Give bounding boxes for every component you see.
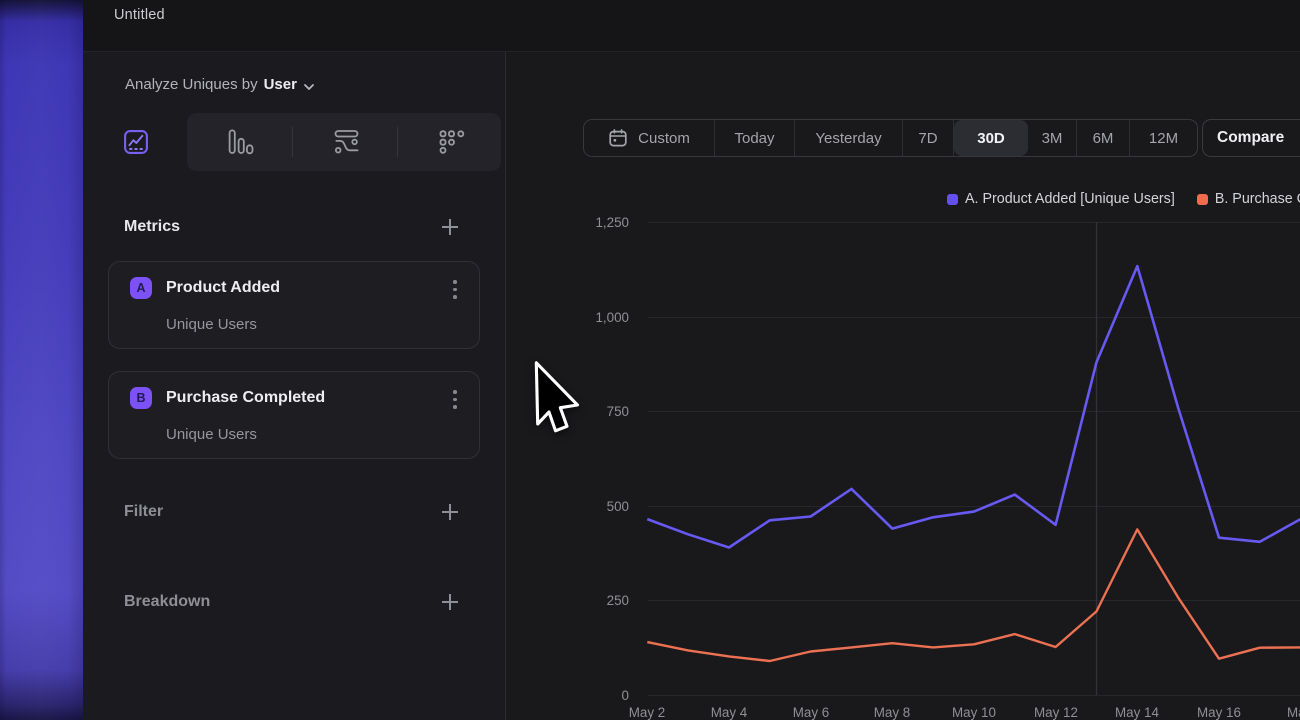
svg-text:May 4: May 4 [711, 705, 748, 720]
svg-text:May 6: May 6 [793, 705, 829, 720]
svg-text:750: 750 [607, 404, 629, 419]
svg-text:May 10: May 10 [952, 705, 996, 720]
svg-text:500: 500 [607, 499, 629, 514]
svg-text:Ma: Ma [1287, 705, 1300, 720]
svg-text:May 14: May 14 [1115, 705, 1159, 720]
svg-text:1,250: 1,250 [595, 215, 629, 230]
svg-text:May 12: May 12 [1034, 705, 1078, 720]
svg-text:250: 250 [607, 593, 629, 608]
svg-text:May 2: May 2 [629, 705, 665, 720]
svg-text:May 16: May 16 [1197, 705, 1241, 720]
svg-text:1,000: 1,000 [595, 310, 629, 325]
svg-text:0: 0 [622, 688, 629, 703]
svg-text:May 8: May 8 [874, 705, 910, 720]
